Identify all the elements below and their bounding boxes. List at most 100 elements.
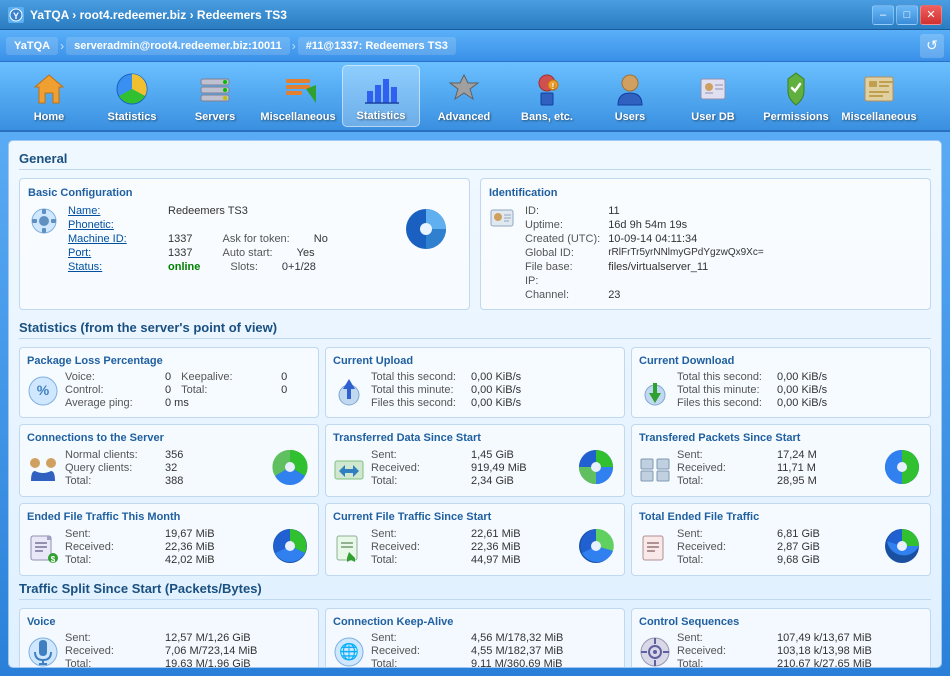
basic-config: Basic Configuration xyxy=(19,178,470,310)
pl-control-val: 0 xyxy=(165,384,171,396)
cs-recv-label: Received: xyxy=(677,645,767,657)
stat-transferred-data: Transferred Data Since Start Sent: 1,45 xyxy=(325,424,625,497)
stat-control-title: Control Sequences xyxy=(639,616,923,628)
td-recv-row: Received: 919,49 MiB xyxy=(371,462,571,474)
stat-voice: Voice xyxy=(19,608,319,668)
id-created-label: Created (UTC): xyxy=(525,233,600,245)
conn-normal-row: Normal clients: 356 xyxy=(65,449,265,461)
tef-sent-label: Sent: xyxy=(677,528,767,540)
v-recv-label: Received: xyxy=(65,645,155,657)
toolbar-statistics2[interactable]: Statistics xyxy=(342,65,420,127)
toolbar-statistics1[interactable]: Statistics xyxy=(93,65,171,127)
addr-sep-1: › xyxy=(60,39,64,53)
stat-connections-body: Normal clients: 356 Query clients: 32 To… xyxy=(27,448,311,489)
slots-label: Slots: xyxy=(230,261,258,273)
up-files-row: Files this second: 0,00 KiB/s xyxy=(371,397,617,409)
conn-query-label: Query clients: xyxy=(65,462,155,474)
name-label[interactable]: Name: xyxy=(68,205,148,217)
control-data: Sent: 107,49 k/13,67 MiB Received: 103,1… xyxy=(677,632,923,668)
efm-recv-label: Received: xyxy=(65,541,155,553)
stat-current-file-since: Current File Traffic Since Start xyxy=(325,503,625,576)
bans-icon: ! xyxy=(528,70,566,108)
dl-sec-val: 0,00 KiB/s xyxy=(777,371,827,383)
dl-min-label: Total this minute: xyxy=(677,384,767,396)
cs-recv-row: Received: 103,18 k/13,98 MiB xyxy=(677,645,923,657)
minimize-button[interactable]: – xyxy=(872,5,894,25)
cfs-total-row: Total: 44,97 MiB xyxy=(371,554,571,566)
addr-channel[interactable]: #11@1337: Redeemers TS3 xyxy=(298,37,456,55)
refresh-icon[interactable]: ↺ xyxy=(920,34,944,58)
toolbar-home[interactable]: Home xyxy=(10,65,88,127)
td-sent-val: 1,45 GiB xyxy=(471,449,514,461)
config-fields: Name: Redeemers TS3 Phonetic: Machine ID… xyxy=(68,205,383,275)
stat-current-file-since-title: Current File Traffic Since Start xyxy=(333,511,617,523)
toolbar-users[interactable]: Users xyxy=(591,65,669,127)
addr-yatqa[interactable]: YaTQA xyxy=(6,37,58,55)
up-sec-label: Total this second: xyxy=(371,371,461,383)
up-sec-val: 0,00 KiB/s xyxy=(471,371,521,383)
toolbar-bans[interactable]: ! Bans, etc. xyxy=(508,65,586,127)
td-sent-row: Sent: 1,45 GiB xyxy=(371,449,571,461)
keepalive-icon: 🌐 xyxy=(333,636,365,668)
stat-transferred-data-title: Transferred Data Since Start xyxy=(333,432,617,444)
v-sent-label: Sent: xyxy=(65,632,155,644)
toolbar-misc1[interactable]: Miscellaneous xyxy=(259,65,337,127)
port-value: 1337 xyxy=(168,247,192,259)
up-files-val: 0,00 KiB/s xyxy=(471,397,521,409)
dl-files-val: 0,00 KiB/s xyxy=(777,397,827,409)
package-loss-icon: % xyxy=(27,375,59,407)
ask-token-label: Ask for token: xyxy=(222,233,289,245)
stat-transferred-packets: Transfered Packets Since Start xyxy=(631,424,931,497)
misc1-icon xyxy=(279,70,317,108)
td-recv-val: 919,49 MiB xyxy=(471,462,527,474)
machine-id-label[interactable]: Machine ID: xyxy=(68,233,148,245)
toolbar-userdb[interactable]: User DB xyxy=(674,65,752,127)
auto-start-label: Auto start: xyxy=(222,247,272,259)
cs-total-val: 210,67 k/27,65 MiB xyxy=(777,658,872,668)
toolbar-users-label: Users xyxy=(615,111,646,123)
transferred-packets-icon xyxy=(639,453,671,485)
tp-total-val: 28,95 M xyxy=(777,475,817,487)
pl-voice-row: Voice: 0 Keepalive: 0 xyxy=(65,371,311,383)
download-icon xyxy=(639,375,671,407)
efm-recv-row: Received: 22,36 MiB xyxy=(65,541,265,553)
addr-server[interactable]: serveradmin@root4.redeemer.biz:10011 xyxy=(66,37,290,55)
field-phonetic-row: Phonetic: xyxy=(68,219,383,231)
up-min-val: 0,00 KiB/s xyxy=(471,384,521,396)
phonetic-label[interactable]: Phonetic: xyxy=(68,219,148,231)
cfs-recv-row: Received: 22,36 MiB xyxy=(371,541,571,553)
tef-total-label: Total: xyxy=(677,554,767,566)
keepalive-data: Sent: 4,56 M/178,32 MiB Received: 4,55 M… xyxy=(371,632,617,668)
toolbar-permissions[interactable]: Permissions xyxy=(757,65,835,127)
port-label[interactable]: Port: xyxy=(68,247,148,259)
advanced-icon xyxy=(445,70,483,108)
users-icon xyxy=(611,70,649,108)
toolbar-misc2[interactable]: Miscellaneous xyxy=(840,65,918,127)
toolbar-advanced[interactable]: Advanced xyxy=(425,65,503,127)
id-created-value: 10-09-14 04:11:34 xyxy=(608,233,763,245)
id-title: Identification xyxy=(489,187,922,199)
close-button[interactable]: ✕ xyxy=(920,5,942,25)
config-pie xyxy=(391,205,461,253)
dl-files-label: Files this second: xyxy=(677,397,767,409)
toolbar-servers[interactable]: Servers xyxy=(176,65,254,127)
userdb-icon xyxy=(694,70,732,108)
stat-transferred-packets-body: Sent: 17,24 M Received: 11,71 M Total: 2… xyxy=(639,448,923,489)
conn-query-val: 32 xyxy=(165,462,177,474)
maximize-button[interactable]: □ xyxy=(896,5,918,25)
traffic-title: Traffic Split Since Start (Packets/Bytes… xyxy=(19,581,931,600)
id-channel-value: 23 xyxy=(608,289,763,301)
permissions-icon xyxy=(777,70,815,108)
total-ended-file-data: Sent: 6,81 GiB Received: 2,87 GiB Total:… xyxy=(677,528,877,567)
toolbar-advanced-label: Advanced xyxy=(438,111,491,123)
tp-recv-row: Received: 11,71 M xyxy=(677,462,877,474)
ka-sent-label: Sent: xyxy=(371,632,461,644)
status-label[interactable]: Status: xyxy=(68,261,148,273)
stat-keepalive-title: Connection Keep-Alive xyxy=(333,616,617,628)
home-icon xyxy=(30,70,68,108)
efm-total-val: 42,02 MiB xyxy=(165,554,215,566)
conn-total-label: Total: xyxy=(65,475,155,487)
window-controls: – □ ✕ xyxy=(872,5,942,25)
dl-min-row: Total this minute: 0,00 KiB/s xyxy=(677,384,923,396)
traffic-section: Traffic Split Since Start (Packets/Bytes… xyxy=(19,581,931,668)
